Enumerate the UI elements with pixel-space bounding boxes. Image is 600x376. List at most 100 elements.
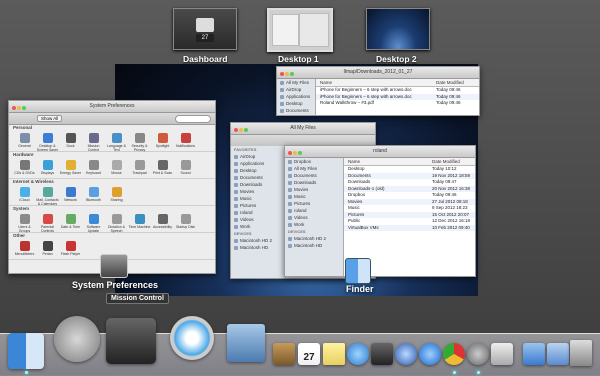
sysprefs-pane[interactable]: Keyboard — [82, 158, 105, 178]
sidebar-item[interactable]: Desktop — [231, 167, 285, 174]
sidebar-item[interactable]: Dropbox — [285, 158, 343, 165]
sysprefs-pane[interactable]: Dictation & Speech — [105, 212, 128, 233]
search-field[interactable] — [175, 115, 211, 123]
file-row[interactable]: VirtualBox VMs 10 Feb 2012 09:40 — [344, 224, 475, 231]
compass-icon[interactable] — [170, 316, 214, 360]
sysprefs-pane[interactable]: Security & Privacy — [128, 131, 151, 152]
video-camera-icon[interactable] — [371, 343, 393, 365]
finder-icon[interactable] — [8, 333, 44, 369]
sysprefs-pane[interactable]: Software Update — [82, 212, 105, 233]
sysprefs-pane[interactable]: Language & Text — [105, 131, 128, 152]
sidebar-item[interactable]: AirDrop — [277, 86, 315, 93]
sidebar-item[interactable]: Work — [231, 223, 285, 230]
sidebar-item[interactable]: roland — [231, 209, 285, 216]
sidebar-item[interactable]: Pictures — [285, 200, 343, 207]
sidebar-item[interactable]: Music — [285, 193, 343, 200]
sysprefs-pane[interactable]: Spotlight — [151, 131, 174, 151]
sidebar-item[interactable]: Macintosh HD — [285, 242, 343, 249]
show-all-button[interactable]: Show All — [37, 115, 63, 122]
sidebar-item[interactable]: Macintosh HD — [231, 244, 285, 251]
address-book-icon[interactable] — [273, 343, 295, 365]
sysprefs-pane[interactable]: Startup Disk — [174, 212, 197, 232]
file-row[interactable]: Roland Walkthrow – #3.pdf Today 09:46 — [316, 100, 479, 107]
sidebar-item[interactable]: Pictures — [231, 202, 285, 209]
file-date: Today 09:46 — [436, 100, 461, 105]
downloads-folder-icon[interactable] — [547, 343, 569, 365]
column-header[interactable]: Name Date Modified — [344, 158, 475, 166]
sidebar-item[interactable]: Macintosh HD 2 — [285, 235, 343, 242]
sysprefs-pane[interactable]: Energy Saver — [59, 158, 82, 178]
trash-icon[interactable] — [570, 340, 592, 366]
dashboard-space-thumbnail[interactable]: 27 — [173, 8, 237, 50]
sidebar-item[interactable]: Downloads — [231, 181, 285, 188]
music-note-icon[interactable] — [395, 343, 417, 365]
sidebar-item[interactable]: Movies — [231, 188, 285, 195]
sidebar-item[interactable]: Documents — [285, 172, 343, 179]
window-titlebar[interactable]: Ilmap/Downloads_2012_01_27 — [277, 67, 479, 79]
sysprefs-pane[interactable]: Desktop & Screen Saver — [36, 131, 59, 152]
sysprefs-pane[interactable]: Date & Time — [59, 212, 82, 232]
sidebar-item[interactable]: Music — [231, 195, 285, 202]
calendar-icon[interactable]: 27 — [298, 343, 320, 365]
sysprefs-pane[interactable]: Print & Scan — [151, 158, 174, 178]
rocket-icon[interactable] — [54, 316, 100, 362]
sysprefs-pane[interactable]: Dock — [59, 131, 82, 151]
sidebar-item[interactable]: All My Files — [277, 79, 315, 86]
finder-window-roland[interactable]: roland Dropbox All My Files Documents Do… — [284, 145, 476, 277]
sysprefs-pane[interactable]: Time Machine — [128, 212, 151, 232]
sidebar-item[interactable]: All My Files — [285, 165, 343, 172]
sidebar-item[interactable]: Documents — [231, 174, 285, 181]
preview-icon[interactable] — [491, 343, 513, 365]
window-titlebar[interactable]: roland — [285, 146, 475, 158]
sysprefs-pane[interactable]: Notifications — [174, 131, 197, 151]
sysprefs-pane[interactable]: Bluetooth — [82, 185, 105, 205]
sidebar-item[interactable]: Macintosh HD 2 — [231, 237, 285, 244]
applications-folder-icon[interactable] — [523, 343, 545, 365]
app-store-icon[interactable] — [419, 343, 441, 365]
sidebar-item[interactable]: Applications — [231, 160, 285, 167]
gear-icon[interactable] — [467, 343, 489, 365]
sidebar-item[interactable]: Documents — [277, 107, 315, 114]
sysprefs-pane[interactable]: Users & Groups — [13, 212, 36, 233]
sysprefs-pane[interactable]: CDs & DVDs — [13, 158, 36, 178]
sidebar-item[interactable]: Applications — [277, 93, 315, 100]
column-header[interactable]: Name Date Modified — [316, 79, 479, 87]
sidebar-item[interactable]: Downloads — [285, 179, 343, 186]
desktop-2-thumbnail[interactable] — [366, 8, 430, 50]
sysprefs-pane[interactable]: General — [13, 131, 36, 151]
preference-pane-label: Time Machine — [128, 225, 151, 229]
preference-pane-label: iCloud — [19, 198, 30, 202]
system-preferences-label: System Preferences — [72, 280, 159, 290]
sysprefs-pane[interactable]: Perian — [36, 239, 59, 259]
sysprefs-pane[interactable]: Mouse — [105, 158, 128, 178]
desktop-1-thumbnail[interactable] — [267, 8, 333, 52]
sidebar-item[interactable]: AirDrop — [231, 153, 285, 160]
sysprefs-pane[interactable]: Network — [59, 185, 82, 205]
sidebar-item[interactable]: Work — [285, 221, 343, 228]
notepad-icon[interactable] — [323, 343, 345, 365]
sidebar-item[interactable]: Desktop — [277, 100, 315, 107]
mission-control-icon[interactable] — [106, 318, 156, 364]
window-titlebar[interactable]: System Preferences — [9, 101, 215, 113]
sysprefs-pane[interactable]: Displays — [36, 158, 59, 178]
chrome-icon[interactable] — [443, 343, 465, 365]
sysprefs-pane[interactable]: Mission Control — [82, 131, 105, 152]
sysprefs-pane[interactable]: Mail, Contacts & Calendars — [36, 185, 59, 206]
sysprefs-pane[interactable]: Sound — [174, 158, 197, 178]
eagle-stamp-icon[interactable] — [227, 324, 265, 362]
sidebar-item[interactable]: Videos — [285, 214, 343, 221]
finder-window-downloads[interactable]: Ilmap/Downloads_2012_01_27 All My Files … — [276, 66, 480, 116]
sysprefs-pane[interactable]: Accessibility — [151, 212, 174, 232]
sysprefs-pane[interactable]: MenuMeters — [13, 239, 36, 259]
system-preferences-window[interactable]: System Preferences Show All Personal Gene… — [8, 100, 216, 274]
window-titlebar[interactable]: All My Files — [231, 123, 375, 135]
sysprefs-pane[interactable]: Flash Player — [59, 239, 82, 259]
sidebar-item[interactable]: Movies — [285, 186, 343, 193]
sysprefs-pane[interactable]: Parental Controls — [36, 212, 59, 233]
sysprefs-pane[interactable]: iCloud — [13, 185, 36, 205]
sysprefs-pane[interactable]: Trackpad — [128, 158, 151, 178]
sidebar-item[interactable]: Videos — [231, 216, 285, 223]
sysprefs-pane[interactable]: Sharing — [105, 185, 128, 205]
sidebar-item[interactable]: roland — [285, 207, 343, 214]
speech-bubble-icon[interactable] — [347, 343, 369, 365]
